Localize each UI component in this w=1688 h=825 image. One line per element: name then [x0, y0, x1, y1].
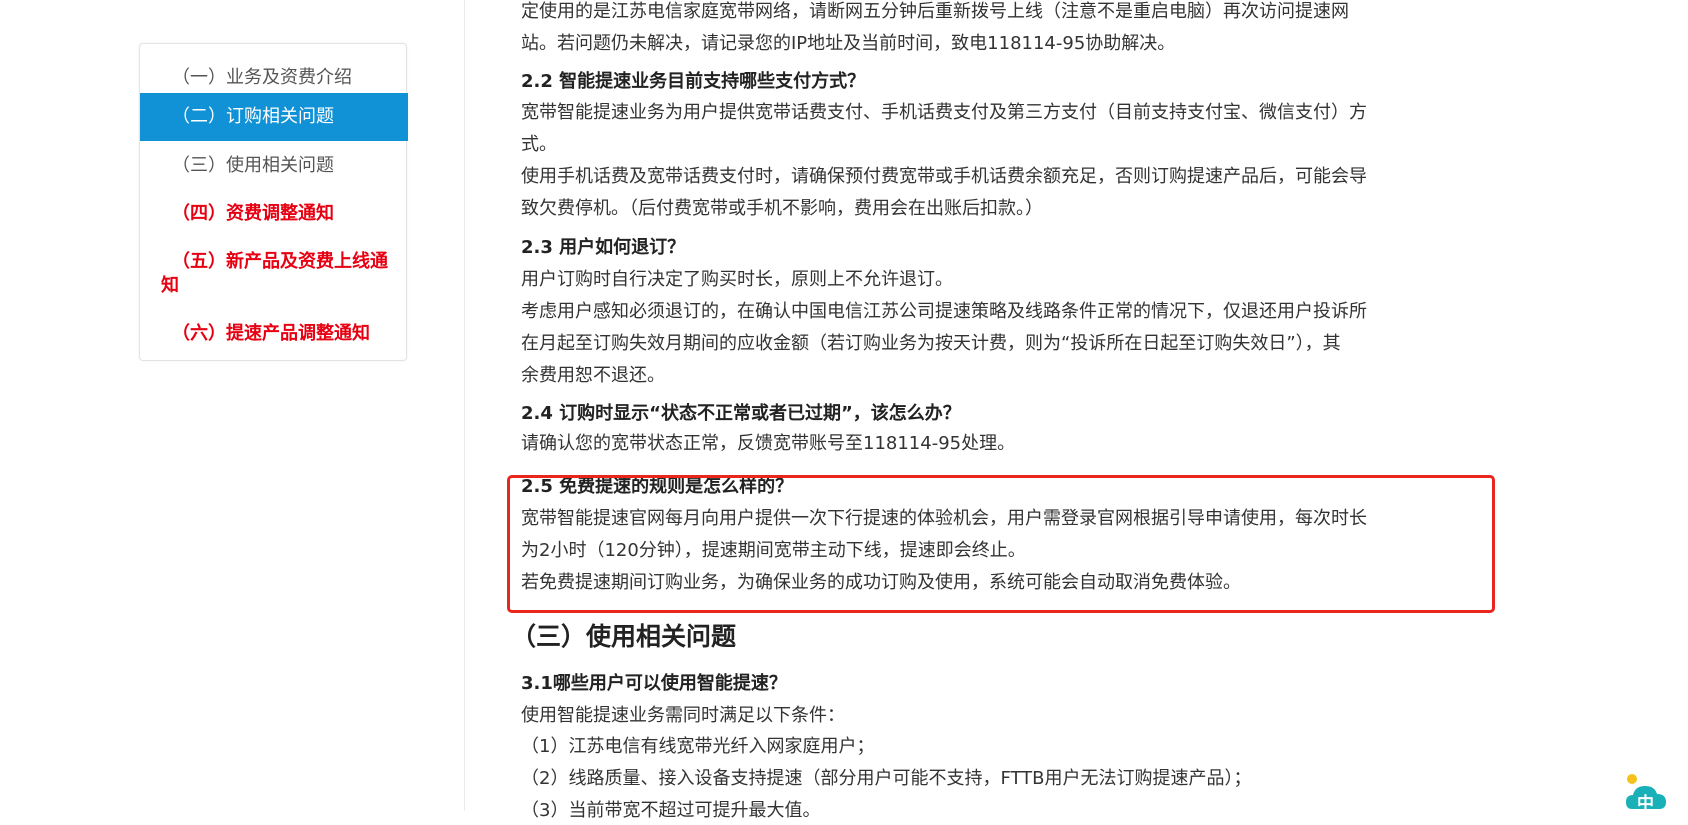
sidebar-item-fee-adjust[interactable]: （四）资费调整通知	[140, 192, 408, 236]
paragraph-text: 请确认您的宽带状态正常，反馈宽带账号至118114-95处理。	[521, 433, 1016, 454]
paragraph-text: 使用手机话费及宽带话费支付时，请确保预付费宽带或手机话费余额充足，否则订购提速产…	[521, 166, 1367, 187]
question-heading: 2.3 用户如何退订？	[521, 237, 686, 258]
paragraph-text: 站。若问题仍未解决，请记录您的IP地址及当前时间，致电118114-95协助解决…	[521, 33, 1176, 54]
sidebar-nav: （一）业务及资费介绍 （二）订购相关问题 （三）使用相关问题 （四）资费调整通知…	[139, 43, 408, 361]
paragraph-text: 致欠费停机。（后付费宽带或手机不影响，费用会在出账后扣款。）	[521, 198, 1043, 219]
column-divider	[464, 0, 465, 811]
paragraph-text: 定使用的是江苏电信家庭宽带网络，请断网五分钟后重新拨号上线（注意不是重启电脑）再…	[521, 1, 1349, 22]
list-item: （2）线路质量、接入设备支持提速（部分用户可能不支持，FTTB用户无法订购提速产…	[521, 768, 1252, 789]
question-heading: 2.4 订购时显示“状态不正常或者已过期”，该怎么办？	[521, 403, 961, 424]
paragraph-text: 考虑用户感知必须退订的，在确认中国电信江苏公司提速策略及线路条件正常的情况下，仅…	[521, 301, 1367, 322]
question-heading: 3.1哪些用户可以使用智能提速？	[521, 673, 787, 694]
list-item: （1）江苏电信有线宽带光纤入网家庭用户；	[521, 736, 875, 757]
chat-widget[interactable]: 中	[1624, 771, 1668, 814]
paragraph-text: 在月起至订购失效月期间的应收金额（若订购业务为按天计费，则为“投诉所在日起至订购…	[521, 333, 1341, 354]
sidebar-item-new-products[interactable]: （五）新产品及资费上线通知	[140, 250, 408, 298]
question-heading: 2.2 智能提速业务目前支持哪些支付方式？	[521, 71, 866, 92]
sidebar-item-speed-adjust[interactable]: （六）提速产品调整通知	[140, 314, 408, 354]
sidebar-item-ordering[interactable]: （二）订购相关问题	[140, 93, 408, 141]
paragraph-text: 宽带智能提速业务为用户提供宽带话费支付、手机话费支付及第三方支付（目前支持支付宝…	[521, 102, 1367, 123]
highlight-frame	[507, 475, 1495, 613]
paragraph-text: 式。	[521, 134, 557, 155]
sidebar-item-usage[interactable]: （三）使用相关问题	[140, 144, 408, 188]
paragraph-text: 用户订购时自行决定了购买时长，原则上不允许退订。	[521, 269, 953, 290]
widget-label: 中	[1637, 794, 1654, 814]
section-heading: （三）使用相关问题	[511, 622, 737, 651]
paragraph-text: 使用智能提速业务需同时满足以下条件：	[521, 705, 845, 726]
paragraph-text: 余费用恕不退还。	[521, 365, 665, 386]
list-item: （3）当前带宽不超过可提升最大值。	[521, 800, 821, 821]
